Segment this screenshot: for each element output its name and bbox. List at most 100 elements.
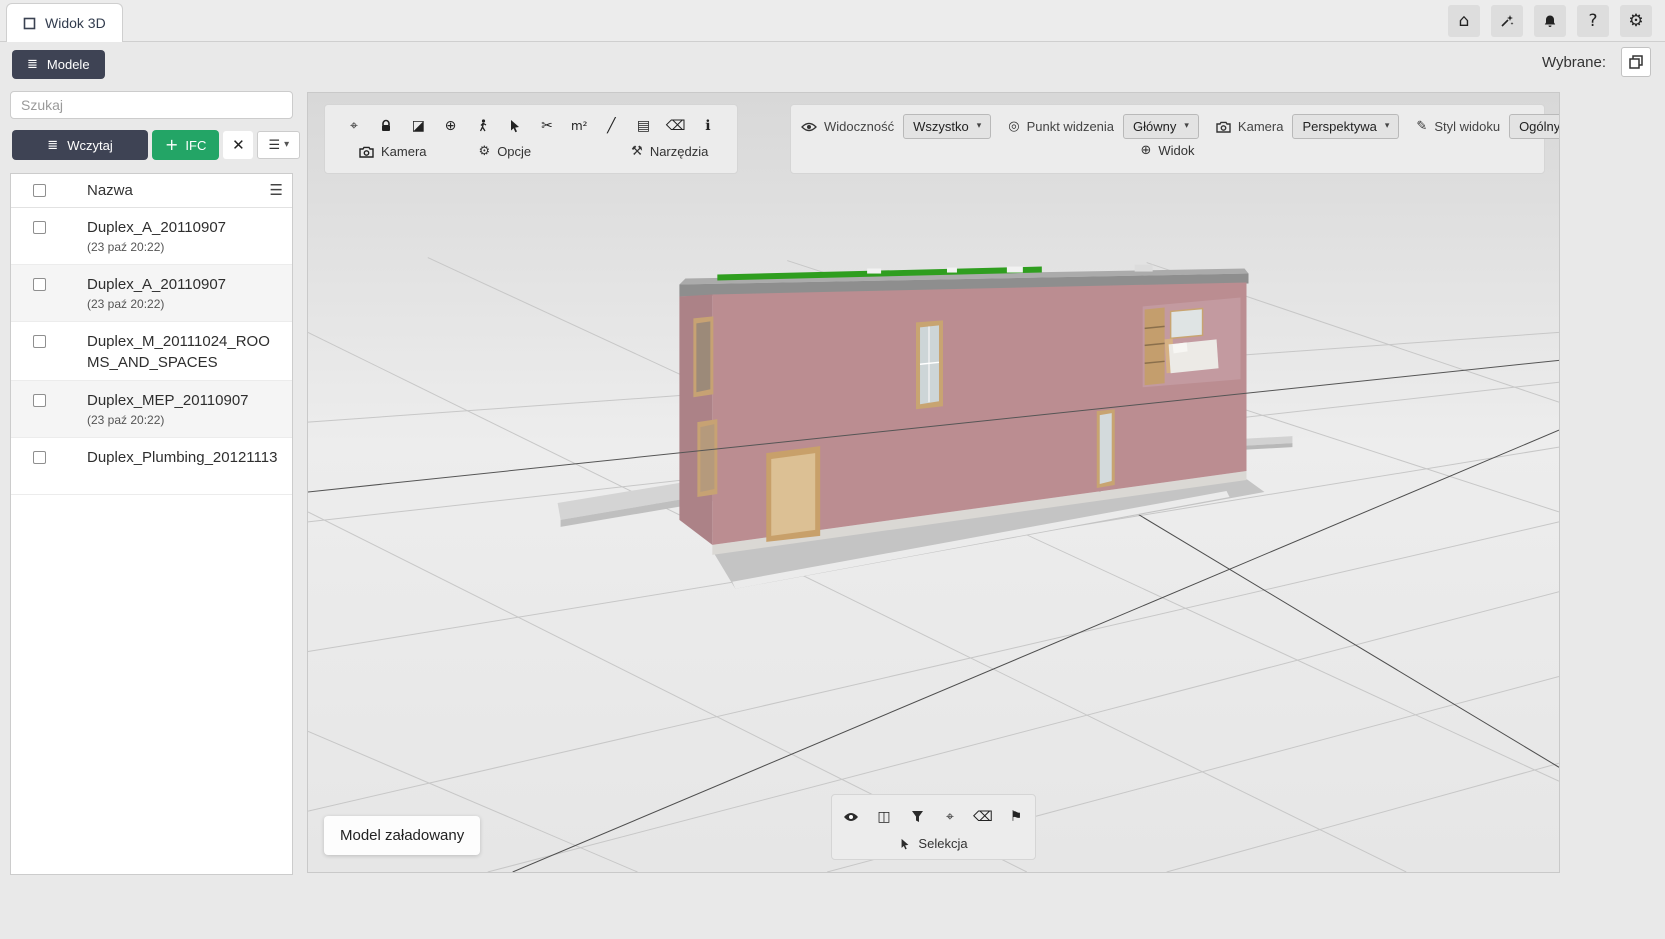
- window-front-2: [1097, 409, 1115, 488]
- model-checkbox[interactable]: [33, 335, 46, 348]
- model-info: Duplex_Plumbing_20121113: [87, 447, 279, 468]
- load-button[interactable]: ≣ Wczytaj: [12, 130, 148, 160]
- scene-3d-canvas[interactable]: [308, 93, 1559, 872]
- section-plane-icon[interactable]: ▤: [632, 114, 656, 138]
- hamburger-icon: ☰: [269, 139, 281, 152]
- add-ifc-button[interactable]: + IFC: [152, 130, 219, 160]
- options-menu[interactable]: ⚙ Opcje: [479, 144, 532, 159]
- view-menu[interactable]: ⊕ Widok: [801, 143, 1534, 158]
- add-ifc-label: IFC: [185, 138, 206, 153]
- selection-icon-row: ◫ ⌖ ⌫ ⚑: [832, 804, 1035, 829]
- help-icon: ?: [1588, 13, 1597, 30]
- model-checkbox[interactable]: [33, 278, 46, 291]
- load-button-label: Wczytaj: [67, 138, 113, 153]
- visibility-label: Widoczność: [801, 119, 894, 134]
- list-options-button[interactable]: ☰ ▾: [257, 131, 300, 159]
- first-person-icon[interactable]: [471, 114, 495, 138]
- view-style-dropdown[interactable]: Ogólny ▾: [1509, 114, 1560, 139]
- magic-wand-icon: [1500, 14, 1514, 28]
- status-toast: Model załadowany: [324, 816, 480, 855]
- chevron-down-icon: ▾: [1184, 122, 1189, 131]
- magic-wand-button[interactable]: [1491, 5, 1523, 37]
- models-button[interactable]: ≣ Modele: [12, 50, 105, 79]
- gear-icon: ⚙: [1628, 13, 1643, 30]
- chevron-down-icon: ▾: [1385, 122, 1390, 131]
- camera-menu[interactable]: Kamera: [359, 144, 427, 159]
- zoom-to-selection-icon[interactable]: ⌖: [941, 805, 959, 829]
- chevron-down-icon: ▾: [977, 122, 982, 131]
- info-icon[interactable]: ℹ: [696, 114, 720, 138]
- viewpoint-label: ◎ Punkt widzenia: [1008, 119, 1114, 134]
- model-checkbox[interactable]: [33, 221, 46, 234]
- chevron-down-icon: ▾: [284, 140, 289, 150]
- cut-icon[interactable]: ✂: [535, 114, 559, 138]
- model-row[interactable]: Duplex_A_20110907 (23 paź 20:22): [11, 208, 292, 265]
- models-table: Nazwa ☰ Duplex_A_20110907 (23 paź 20:22)…: [10, 173, 293, 875]
- selected-label: Wybrane:: [1542, 54, 1606, 71]
- visibility-toggle-icon[interactable]: [842, 805, 860, 829]
- models-table-header: Nazwa ☰: [11, 174, 292, 208]
- model-info: Duplex_A_20110907 (23 paź 20:22): [87, 217, 279, 254]
- column-menu-icon[interactable]: ☰: [270, 183, 283, 198]
- selection-menu[interactable]: Selekcja: [832, 836, 1035, 851]
- search-input[interactable]: [10, 91, 293, 119]
- tab-widok-3d[interactable]: Widok 3D: [6, 3, 123, 42]
- plus-icon: +: [165, 137, 178, 153]
- model-name: Duplex_A_20110907: [87, 274, 279, 295]
- restore-window-button[interactable]: [1621, 47, 1651, 77]
- model-row[interactable]: Duplex_Plumbing_20121113: [11, 438, 292, 495]
- settings-button[interactable]: ⚙: [1620, 5, 1652, 37]
- sidebar-actions: ≣ Wczytaj + IFC ✕ ☰ ▾: [12, 130, 300, 160]
- orbit-icon[interactable]: ⊕: [439, 114, 463, 138]
- model-checkbox[interactable]: [33, 451, 46, 464]
- camera-icon: [359, 146, 374, 158]
- tools-group-row: Kamera ⚙ Opcje ⚒ Narzędzia: [335, 144, 727, 159]
- model-date: (23 paź 20:22): [87, 413, 279, 427]
- selected-area: Wybrane:: [1542, 47, 1651, 77]
- model-checkbox[interactable]: [33, 394, 46, 407]
- window-front-1: [916, 320, 943, 409]
- visibility-dropdown[interactable]: Wszystko ▾: [903, 114, 991, 139]
- entry-door: [766, 446, 820, 542]
- view-style-label: ✎ Styl widoku: [1416, 119, 1500, 134]
- viewport-3d[interactable]: ⌖ ◪ ⊕ ✂ m² ╱ ▤ ⌫ ℹ Kamera ⚙: [307, 92, 1560, 873]
- home-icon: ⌂: [1459, 13, 1470, 30]
- model-row[interactable]: Duplex_MEP_20110907 (23 paź 20:22): [11, 381, 292, 438]
- target-icon: ◎: [1008, 120, 1019, 133]
- select-cursor-icon[interactable]: [503, 114, 527, 138]
- view-controls-row: Widoczność Wszystko ▾ ◎ Punkt widzenia G…: [801, 113, 1534, 140]
- top-bar: ≣ Modele Wybrane:: [0, 42, 1665, 90]
- help-button[interactable]: ?: [1577, 5, 1609, 37]
- tab-title: Widok 3D: [45, 15, 106, 31]
- tools-menu[interactable]: ⚒ Narzędzia: [631, 144, 708, 159]
- tools-icon: ⚒: [631, 145, 643, 158]
- save-view-icon[interactable]: ⚑: [1007, 805, 1025, 829]
- select-all-checkbox[interactable]: [33, 184, 46, 197]
- clear-selection-icon[interactable]: ⌫: [974, 805, 992, 829]
- camera-label: Kamera: [1216, 119, 1284, 134]
- lock-icon[interactable]: [374, 114, 398, 138]
- distance-measure-icon[interactable]: ╱: [599, 114, 623, 138]
- model-name: Duplex_M_20111024_ROOMS_AND_SPACES: [87, 331, 279, 373]
- model-name: Duplex_Plumbing_20121113: [87, 447, 279, 468]
- eye-icon: [801, 121, 817, 133]
- model-row[interactable]: Duplex_A_20110907 (23 paź 20:22): [11, 265, 292, 322]
- model-info: Duplex_A_20110907 (23 paź 20:22): [87, 274, 279, 311]
- section-box-icon[interactable]: ◫: [875, 805, 893, 829]
- notifications-button[interactable]: [1534, 5, 1566, 37]
- clear-measure-icon[interactable]: ⌫: [664, 114, 688, 138]
- bell-icon: [1543, 14, 1557, 28]
- fit-view-icon[interactable]: ⌖: [342, 114, 366, 138]
- hide-objects-icon[interactable]: ◪: [406, 114, 430, 138]
- model-row[interactable]: Duplex_M_20111024_ROOMS_AND_SPACES: [11, 322, 292, 381]
- viewpoint-dropdown[interactable]: Główny ▾: [1123, 114, 1199, 139]
- filter-icon[interactable]: [908, 805, 926, 829]
- close-icon: ✕: [232, 138, 245, 153]
- camera-dropdown[interactable]: Perspektywa ▾: [1292, 114, 1399, 139]
- model-date: (23 paź 20:22): [87, 240, 279, 254]
- interior-opening: [1143, 297, 1241, 387]
- home-button[interactable]: ⌂: [1448, 5, 1480, 37]
- globe-icon: ⊕: [1140, 144, 1151, 157]
- area-measure-icon[interactable]: m²: [567, 114, 591, 138]
- close-button[interactable]: ✕: [223, 131, 253, 159]
